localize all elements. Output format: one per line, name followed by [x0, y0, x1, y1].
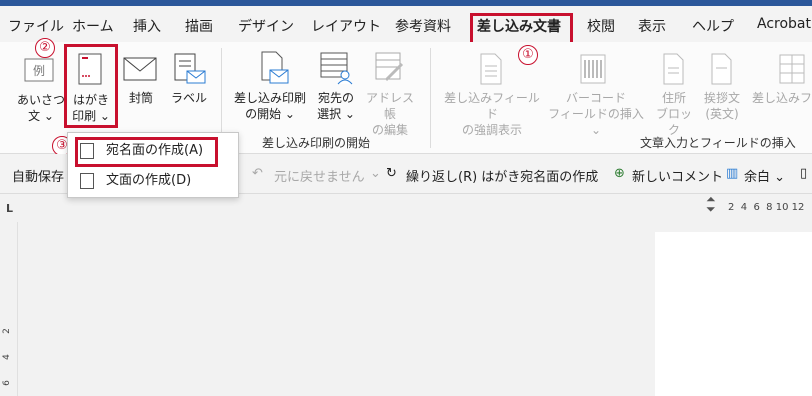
highlight-fields-button[interactable]: 差し込みフィールド の強調表示: [440, 90, 544, 138]
highlight-box-mailings-tab: [470, 13, 573, 45]
edit-address-list-icon: [372, 50, 406, 86]
address-block-icon: [660, 52, 688, 86]
vertical-ruler: 2 4 6: [0, 222, 18, 396]
page-setup-icon[interactable]: ▯: [800, 166, 807, 181]
undo-button[interactable]: 元に戻せません: [274, 166, 365, 185]
indent-marker-icon[interactable]: ⏶ ⏷: [706, 193, 716, 215]
new-comment-icon: ⊕: [614, 166, 625, 181]
svg-text:例: 例: [33, 64, 45, 78]
address-block-button[interactable]: 住所 ブロック: [654, 90, 694, 138]
highlight-fields-icon: [476, 52, 506, 86]
chevron-down-icon[interactable]: ⌄: [370, 166, 381, 181]
horizontal-ruler-row: L ⏶ ⏷ 2 4 6 8 10 12: [0, 193, 812, 222]
new-comment-button[interactable]: 新しいコメント: [632, 166, 723, 185]
tab-layout[interactable]: レイアウト: [311, 16, 381, 36]
redo-icon[interactable]: ↻: [386, 166, 397, 181]
tab-acrobat[interactable]: Acrobat: [757, 16, 811, 32]
tab-file[interactable]: ファイル: [8, 16, 64, 36]
envelope-button[interactable]: 封筒: [123, 90, 159, 106]
tab-references[interactable]: 参考資料: [395, 16, 451, 36]
tab-review[interactable]: 校閲: [587, 16, 615, 36]
insert-merge-field-icon: [776, 52, 806, 86]
margins-button[interactable]: 余白 ⌄: [744, 166, 785, 185]
highlight-box-postcard: [64, 44, 118, 128]
margins-icon: ▥: [726, 166, 739, 181]
start-merge-button[interactable]: 差し込み印刷 の開始 ⌄: [230, 90, 310, 122]
tab-home[interactable]: ホーム: [72, 16, 114, 36]
vertical-ruler-tick: 2: [1, 328, 12, 334]
greeting-button[interactable]: あいさつ 文 ⌄: [16, 92, 66, 124]
tab-design[interactable]: デザイン: [238, 16, 294, 36]
label-icon: [172, 52, 208, 86]
envelope-icon: [122, 56, 158, 82]
horizontal-ruler-ticks: 2 4 6 8 10 12: [728, 202, 805, 213]
barcode-field-button[interactable]: バーコード フィールドの挿入 ⌄: [544, 90, 648, 138]
tab-help[interactable]: ヘルプ: [692, 16, 734, 36]
group-label-write-insert-fields: 文章入力とフィールドの挿入: [640, 136, 796, 150]
tab-insert[interactable]: 挿入: [133, 16, 161, 36]
group-separator: [430, 48, 431, 148]
tab-draw[interactable]: 描画: [185, 16, 213, 36]
document-page[interactable]: [655, 232, 812, 396]
barcode-icon: [578, 52, 608, 86]
annotation-step-1: ①: [518, 45, 538, 65]
select-recipients-icon: [318, 50, 354, 86]
ribbon-tabs: ファイル ホーム 挿入 描画 デザイン レイアウト 参考資料 差し込み文書 校閲…: [0, 6, 812, 45]
label-button[interactable]: ラベル: [170, 90, 208, 106]
group-label-start-merge: 差し込み印刷の開始: [262, 136, 371, 150]
redo-button[interactable]: 繰り返し(R) はがき宛名面の作成: [406, 166, 598, 185]
text-side-icon: [80, 173, 94, 189]
highlight-box-address-side: [75, 137, 218, 167]
greeting-icon: 例: [22, 54, 56, 86]
edit-address-list-button[interactable]: アドレス帳 の編集: [362, 90, 418, 138]
greeting-line-icon: [708, 52, 736, 86]
autosave-label[interactable]: 自動保存: [12, 166, 64, 185]
start-merge-icon: [256, 50, 290, 86]
vertical-ruler-tick: 4: [1, 354, 12, 360]
greeting-line-button[interactable]: 挨拶文 (英文): [700, 90, 744, 122]
tab-selector-corner[interactable]: L: [6, 202, 13, 215]
select-recipients-button[interactable]: 宛先の 選択 ⌄: [314, 90, 358, 122]
annotation-step-2: ②: [35, 38, 55, 58]
insert-merge-field-button[interactable]: 差し込みフ: [752, 90, 812, 106]
menu-item-create-text-side[interactable]: 文面の作成(D): [76, 168, 232, 194]
vertical-ruler-tick: 6: [1, 380, 12, 386]
tab-view[interactable]: 表示: [638, 16, 666, 36]
undo-icon[interactable]: ↶: [252, 166, 263, 181]
